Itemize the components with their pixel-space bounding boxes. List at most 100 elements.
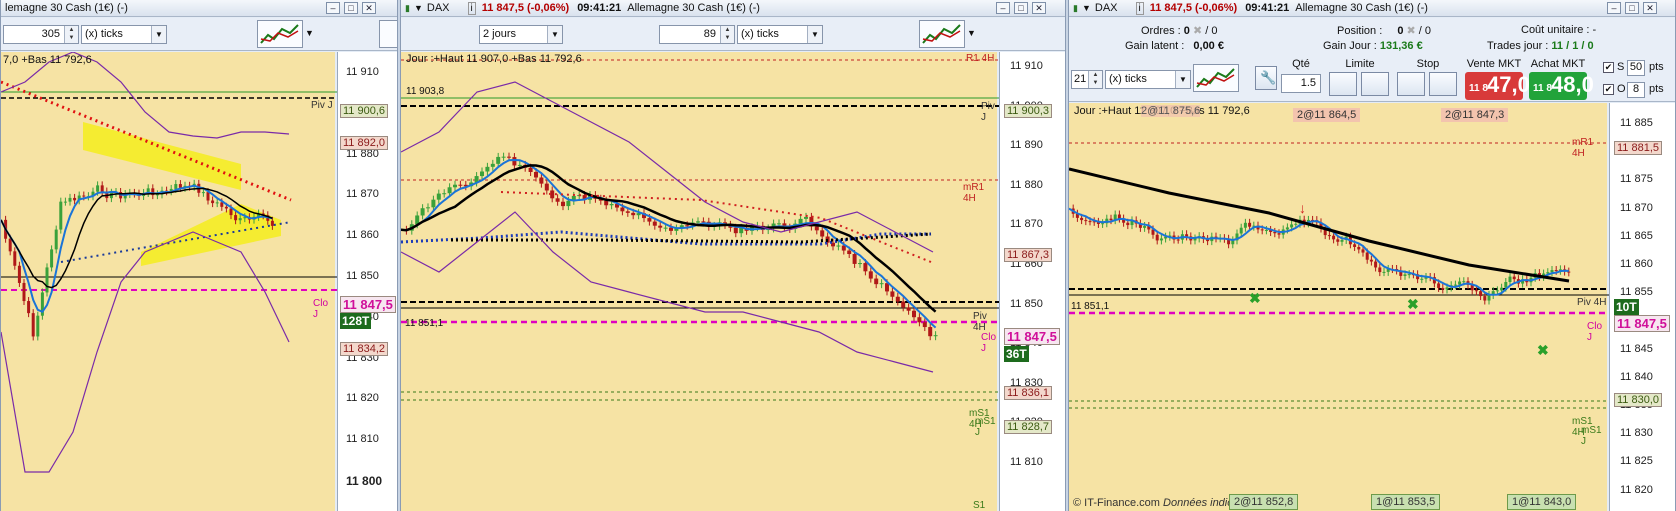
candle-body — [820, 230, 825, 237]
candle-body — [206, 192, 210, 201]
window-titlebar[interactable]: ▮ ▼ DAX i 11 847,5 (-0,06%) 09:41:21 All… — [1069, 0, 1675, 17]
day-low-label: 11 851,1 — [405, 318, 444, 329]
candle-body — [561, 201, 565, 207]
unit-select[interactable]: (x) ticks ▼ — [1105, 70, 1191, 89]
offset-checkbox[interactable]: ✔ — [1603, 84, 1614, 95]
current-price-tag: 11 847,5 — [340, 296, 396, 313]
candle-body — [420, 208, 425, 216]
bar-count-spinner[interactable]: 305 ▲ ▼ — [3, 25, 79, 44]
position-summary: Position : 0 ✖ / 0 — [1337, 25, 1432, 37]
maximize-button[interactable]: □ — [1625, 2, 1639, 14]
instrument-name[interactable]: DAX — [1095, 2, 1118, 14]
candle-body — [1285, 227, 1289, 230]
candle-body — [1277, 233, 1281, 235]
window-titlebar[interactable]: ▮ ▼ DAX i 11 847,5 (-0,06%) 09:41:21 All… — [401, 0, 1065, 17]
chart-style-icon[interactable] — [919, 20, 965, 48]
spinner-arrows-icon[interactable]: ▲ ▼ — [720, 26, 734, 43]
stop-checkbox[interactable]: ✔ — [1603, 62, 1614, 73]
trades-today: Trades jour : 11 / 1 / 0 — [1487, 40, 1594, 52]
sell-limit-button[interactable] — [1361, 72, 1389, 96]
minimize-button[interactable]: – — [996, 2, 1010, 14]
chevron-down-icon[interactable]: ▼ — [547, 26, 562, 43]
candle-body — [890, 291, 895, 297]
chevron-down-icon[interactable]: ▼ — [151, 26, 166, 43]
sell-order-marker[interactable]: 2@11 847,3 — [1441, 108, 1509, 122]
bar-count-spinner[interactable]: 89 ▲ ▼ — [659, 25, 735, 44]
chevron-down-icon[interactable]: ▼ — [1175, 71, 1190, 88]
order-marker[interactable]: 2@11 875,6 — [1141, 105, 1201, 117]
maximize-button[interactable]: □ — [1014, 2, 1028, 14]
lower-band-tag: 11 836,1 — [1004, 386, 1053, 400]
price-tick-label: 11 830 — [1620, 427, 1653, 440]
copyright-text: © IT-Finance.com Données indic... — [1073, 497, 1242, 509]
buy-market-button[interactable]: 11 8 48,0 — [1529, 72, 1594, 100]
close-position-icon[interactable]: ✖ — [1407, 25, 1416, 37]
chart-area[interactable]: Piv J Clo J 7,0 +Bas 11 792,6 — [1, 52, 337, 511]
chart-style-dropdown-icon[interactable]: ▼ — [967, 28, 976, 38]
quantity-label: Qté — [1292, 58, 1310, 70]
close-button[interactable]: ✕ — [362, 2, 376, 14]
chart-area[interactable]: Jour :+Haut 11 907,0 +Bas 11 792,6 11 90… — [401, 52, 999, 511]
candle-body — [517, 164, 522, 166]
latent-gain: Gain latent : 0,00 € — [1125, 40, 1224, 52]
buy-order-marker[interactable]: 1@11 843,0 — [1507, 494, 1577, 510]
price-tick-label: 11 810 — [1010, 456, 1043, 468]
buy-limit-button[interactable] — [1329, 72, 1357, 96]
buy-stop-button[interactable] — [1397, 72, 1425, 96]
window-titlebar[interactable]: lemagne 30 Cash (1€) (-) – □ ✕ — [1, 0, 397, 17]
sell-market-button[interactable]: 11 8 47,0 — [1465, 72, 1530, 100]
buy-order-marker[interactable]: 2@11 852,8 — [1229, 494, 1299, 510]
pivot-level-label: Piv J — [981, 101, 995, 123]
side-tool-icon[interactable] — [379, 20, 397, 48]
minimize-button[interactable]: – — [1607, 2, 1621, 14]
cancel-orders-icon[interactable]: ✖ — [1193, 25, 1202, 37]
candle-body — [22, 282, 26, 302]
chart-area[interactable]: ↓✖✖✖ Jour :+Haut 11 907,0 +Bas 11 792,6 … — [1069, 103, 1609, 511]
chevron-down-icon[interactable]: ▼ — [807, 26, 822, 43]
buy-order-marker[interactable]: 1@11 853,5 — [1371, 494, 1441, 510]
instrument-dropdown-icon[interactable]: ▼ — [1082, 3, 1091, 13]
trading-window: ▮ ▼ DAX i 11 847,5 (-0,06%) 09:41:21 All… — [1068, 0, 1676, 511]
unit-select[interactable]: (x) ticks ▼ — [737, 25, 823, 44]
candle-body — [496, 156, 501, 164]
minimize-button[interactable]: – — [326, 2, 340, 14]
chart-style-icon[interactable] — [257, 20, 303, 48]
candle-body — [852, 254, 857, 264]
close-button[interactable]: ✕ — [1643, 2, 1657, 14]
sell-stop-button[interactable] — [1429, 72, 1457, 96]
ms1j-level-label: mS1 J — [1581, 425, 1602, 447]
candle-body — [82, 195, 86, 197]
account-summary: Ordres : 0 ✖ / 0 Position : 0 ✖ / 0 Coût… — [1069, 18, 1675, 58]
info-icon[interactable]: i — [467, 1, 476, 15]
wrench-icon[interactable]: 🔧 — [1255, 66, 1277, 90]
candle-body — [1483, 296, 1487, 301]
spinner-arrows-icon[interactable]: ▲ ▼ — [1088, 71, 1102, 88]
bar-count-spinner[interactable]: 21 ▲ ▼ — [1071, 70, 1103, 89]
instrument-dropdown-icon[interactable]: ▼ — [414, 3, 423, 13]
candle-body — [1495, 290, 1499, 292]
unit-select[interactable]: (x) ticks ▼ — [81, 25, 167, 44]
candle-body — [27, 301, 31, 314]
sell-order-marker[interactable]: 2@11 864,5 — [1293, 108, 1361, 122]
spinner-arrows-icon[interactable]: ▲ ▼ — [64, 26, 78, 43]
candle-body — [847, 250, 852, 255]
quantity-field[interactable]: 1.5 — [1281, 74, 1321, 93]
stop-points-input[interactable]: 50 — [1627, 60, 1645, 76]
chart-style-dropdown-icon[interactable]: ▼ — [305, 28, 314, 38]
price-axis[interactable]: 11 91011 89011 88011 87011 86011 85011 8… — [337, 52, 397, 511]
candle-body — [234, 215, 238, 221]
candle-body — [566, 200, 571, 207]
price-tick-label: 11 870 — [1010, 218, 1043, 231]
chart-style-icon[interactable] — [1193, 64, 1239, 92]
price-axis[interactable]: 11 88511 88011 87511 87011 86511 86011 8… — [1609, 103, 1675, 511]
period-select[interactable]: 2 jours ▼ — [479, 25, 563, 44]
offset-points-input[interactable]: 8 — [1627, 82, 1645, 98]
instrument-name[interactable]: DAX — [427, 2, 450, 14]
info-icon[interactable]: i — [1135, 1, 1144, 15]
candle-body — [211, 200, 215, 204]
maximize-button[interactable]: □ — [344, 2, 358, 14]
chart-info-line: 7,0 +Bas 11 792,6 — [3, 54, 92, 66]
price-axis[interactable]: 11 91011 90011 89011 88011 87011 86011 8… — [999, 52, 1065, 511]
chart-window-1: lemagne 30 Cash (1€) (-) – □ ✕ 305 ▲ ▼ (x… — [0, 0, 398, 511]
close-button[interactable]: ✕ — [1032, 2, 1046, 14]
